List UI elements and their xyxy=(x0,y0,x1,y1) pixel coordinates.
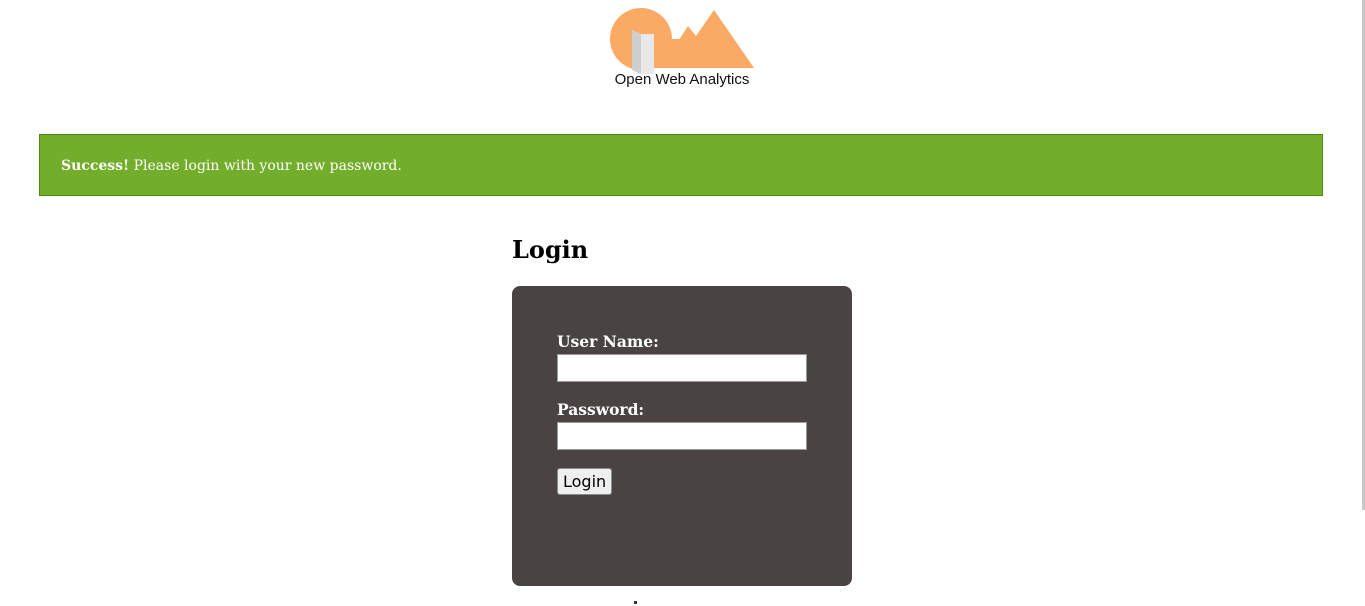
password-input[interactable] xyxy=(557,422,807,450)
login-form: User Name: Password: Login xyxy=(512,286,852,586)
page-title: Login xyxy=(512,235,589,264)
owa-logo: Open Web Analytics xyxy=(606,4,758,96)
username-input[interactable] xyxy=(557,354,807,382)
logo-graphic xyxy=(610,8,754,74)
success-banner: Success! Please login with your new pass… xyxy=(39,134,1323,196)
page: Open Web Analytics Success! Please login… xyxy=(0,0,1365,606)
footer-mark xyxy=(634,601,637,604)
password-label: Password: xyxy=(557,400,645,419)
logo-text: Open Web Analytics xyxy=(614,71,750,88)
login-button[interactable]: Login xyxy=(557,468,613,495)
success-message: Please login with your new password. xyxy=(129,158,402,174)
username-label: User Name: xyxy=(557,332,659,351)
success-label: Success! xyxy=(61,158,130,174)
